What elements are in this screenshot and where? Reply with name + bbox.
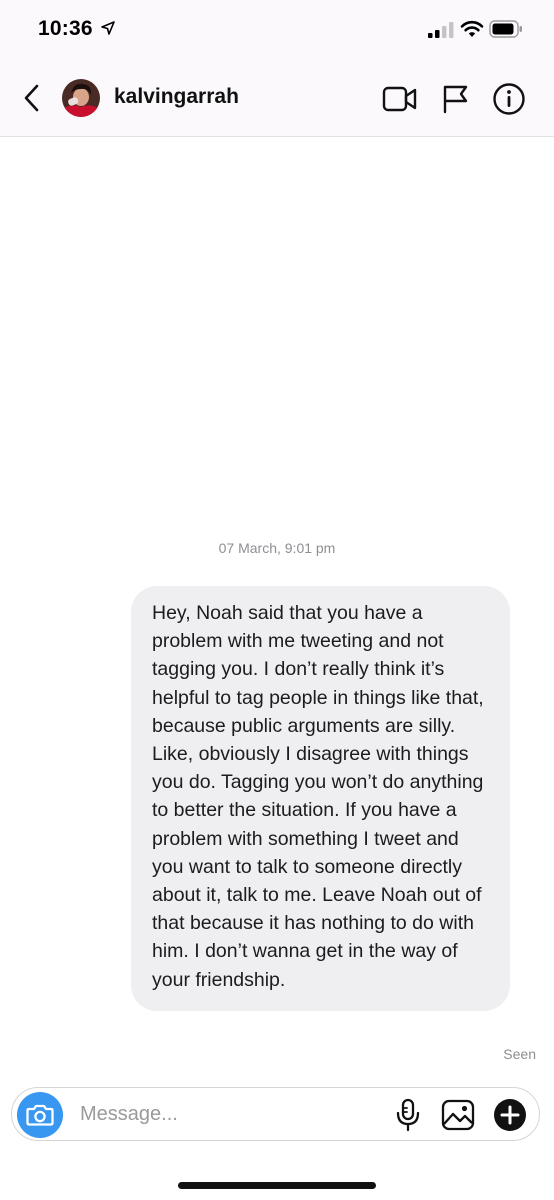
message-input[interactable] — [80, 1101, 370, 1127]
battery-icon — [489, 20, 522, 38]
voice-message-button[interactable] — [389, 1096, 427, 1134]
camera-button[interactable] — [17, 1092, 63, 1138]
more-options-button[interactable] — [491, 1096, 529, 1134]
chat-header: kalvingarrah — [0, 60, 554, 137]
video-camera-icon — [382, 86, 417, 112]
camera-icon — [26, 1104, 54, 1126]
wifi-icon — [460, 20, 484, 37]
back-chevron-icon — [24, 84, 39, 112]
status-time: 10:36 — [38, 17, 93, 40]
status-bar: 10:36 — [0, 0, 554, 60]
avatar[interactable] — [62, 79, 100, 117]
microphone-icon — [396, 1098, 420, 1132]
info-icon — [493, 83, 525, 115]
gallery-icon — [441, 1099, 475, 1131]
flag-icon — [443, 85, 468, 114]
gallery-button[interactable] — [439, 1096, 477, 1134]
message-bubble[interactable]: Hey, Noah said that you have a problem w… — [131, 586, 510, 1011]
cellular-signal-icon — [428, 22, 454, 38]
report-button[interactable] — [436, 80, 474, 118]
home-indicator — [178, 1182, 376, 1189]
location-arrow-icon — [101, 21, 115, 35]
plus-icon — [494, 1099, 526, 1131]
chat-username[interactable]: kalvingarrah — [114, 85, 239, 109]
back-button[interactable] — [16, 80, 46, 116]
avatar-image — [62, 79, 100, 117]
seen-receipt: Seen — [503, 1046, 536, 1062]
message-text: Hey, Noah said that you have a problem w… — [152, 602, 484, 991]
message-timestamp: 07 March, 9:01 pm — [218, 540, 336, 556]
video-call-button[interactable] — [381, 80, 419, 118]
message-composer — [11, 1087, 540, 1141]
info-button[interactable] — [490, 80, 528, 118]
